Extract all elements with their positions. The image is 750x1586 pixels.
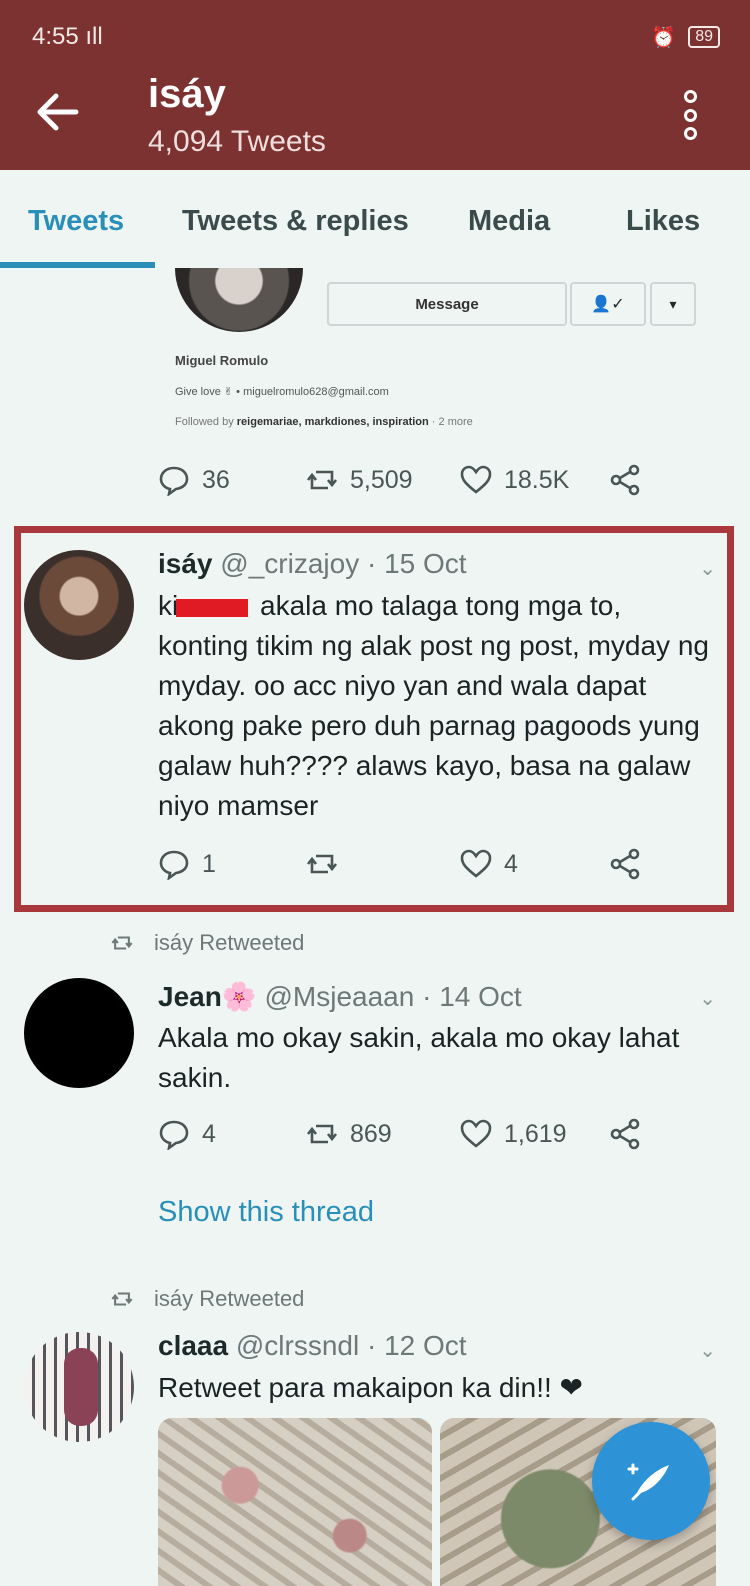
- status-bar: 4:55 ıll ⏰ 89: [32, 22, 720, 52]
- battery-icon: 89: [688, 26, 720, 48]
- reply-button[interactable]: 4: [158, 1118, 216, 1150]
- compose-tweet-button[interactable]: [592, 1422, 710, 1540]
- tweet-header: Jean🌸 @Msjeaaan · 14 Oct: [158, 980, 522, 1013]
- tab-media[interactable]: Media: [468, 205, 550, 238]
- active-tab-indicator: [0, 262, 155, 268]
- show-thread-link[interactable]: Show this thread: [158, 1196, 374, 1229]
- tweet-header: isáy @_crizajoy · 15 Oct: [158, 548, 467, 580]
- share-button[interactable]: [610, 464, 642, 496]
- reply-icon: [159, 1120, 189, 1150]
- share-button[interactable]: [610, 1118, 642, 1150]
- reply-icon: [159, 466, 189, 496]
- avatar[interactable]: [24, 550, 134, 660]
- embedded-avatar: [175, 268, 303, 332]
- embedded-profile-bio: Give love ✌ • miguelromulo628@gmail.com: [175, 386, 389, 398]
- retweet-button[interactable]: 5,509: [306, 464, 413, 496]
- tweet-actions: 4 869 1,619: [158, 1118, 658, 1158]
- tweet-actions: 1 4: [158, 848, 658, 888]
- author-name: Jean: [158, 981, 222, 1012]
- tweet-text: Retweet para makaipon ka din!! ❤: [158, 1372, 584, 1403]
- heart-icon: [460, 1119, 492, 1148]
- profile-title: isáy: [148, 72, 226, 116]
- retweet-button[interactable]: 869: [306, 1118, 392, 1150]
- share-icon: [610, 848, 640, 880]
- tab-tweets[interactable]: Tweets: [28, 205, 124, 238]
- retweet-button[interactable]: [306, 848, 350, 880]
- tweet-media-image[interactable]: [158, 1418, 432, 1586]
- share-button[interactable]: [610, 848, 642, 880]
- avatar[interactable]: [24, 978, 134, 1088]
- retweeted-label: isáy Retweeted: [110, 1286, 304, 1312]
- tweet-header: claaa @clrssndl · 12 Oct: [158, 1330, 467, 1362]
- share-icon: [610, 464, 640, 496]
- overflow-menu-icon[interactable]: [680, 90, 700, 140]
- tweet-actions: 36 5,509 18.5K: [158, 464, 658, 504]
- author-name: claaa: [158, 1330, 229, 1361]
- tweet-text: ki akala mo talaga tong mga to, konting …: [158, 590, 709, 821]
- retweet-icon: [306, 470, 338, 490]
- avatar[interactable]: [24, 1332, 134, 1442]
- app-bar: 4:55 ıll ⏰ 89 isáy 4,094 Tweets: [0, 0, 750, 170]
- like-button[interactable]: 4: [460, 848, 518, 880]
- reply-button[interactable]: 1: [158, 848, 216, 880]
- author-handle: @Msjeaaan: [264, 981, 415, 1012]
- tab-tweets-replies[interactable]: Tweets & replies: [182, 205, 409, 238]
- retweet-icon: [306, 1124, 338, 1144]
- heart-icon: [460, 849, 492, 878]
- back-arrow-icon[interactable]: [36, 92, 80, 132]
- retweeted-label: isáy Retweeted: [110, 930, 304, 956]
- tweet-count: 4,094 Tweets: [148, 125, 326, 158]
- retweet-icon: [111, 1292, 133, 1306]
- embedded-followed-by: Followed by reigemariae, markdiones, ins…: [175, 416, 473, 428]
- retweet-icon: [306, 854, 338, 874]
- author-handle: @_crizajoy: [220, 548, 360, 579]
- reply-icon: [159, 850, 189, 880]
- flower-emoji: 🌸: [221, 981, 257, 1012]
- heart-icon: [460, 465, 492, 494]
- author-name: isáy: [158, 548, 213, 579]
- chevron-down-icon[interactable]: ⌄: [699, 986, 716, 1011]
- embedded-message-button: Message: [327, 282, 567, 326]
- reply-button[interactable]: 36: [158, 464, 230, 496]
- tweet-date: · 12 Oct: [366, 1330, 467, 1361]
- redaction-mark: [176, 598, 249, 617]
- embedded-following-icon: 👤✓: [570, 282, 646, 326]
- tweet-date: · 15 Oct: [366, 548, 467, 579]
- tweet-text: Akala mo okay sakin, akala mo okay lahat…: [158, 1022, 680, 1093]
- tab-likes[interactable]: Likes: [626, 205, 700, 238]
- author-handle: @clrssndl: [235, 1330, 360, 1361]
- status-time: 4:55: [32, 23, 79, 50]
- alarm-icon: ⏰: [651, 26, 677, 49]
- tweet-image-profile-screenshot[interactable]: Message 👤✓ ▾ Miguel Romulo Give love ✌ •…: [165, 268, 705, 448]
- tweet-date: · 14 Oct: [422, 981, 522, 1012]
- chevron-down-icon[interactable]: ⌄: [699, 1338, 716, 1363]
- retweet-icon: [111, 936, 133, 950]
- like-button[interactable]: 18.5K: [460, 464, 569, 496]
- embedded-more-icon: ▾: [650, 282, 696, 326]
- compose-feather-icon: [627, 1463, 669, 1501]
- signal-icon: ıll: [85, 23, 103, 50]
- embedded-profile-name: Miguel Romulo: [175, 353, 269, 368]
- like-button[interactable]: 1,619: [460, 1118, 567, 1150]
- share-icon: [610, 1118, 640, 1150]
- chevron-down-icon[interactable]: ⌄: [699, 556, 716, 581]
